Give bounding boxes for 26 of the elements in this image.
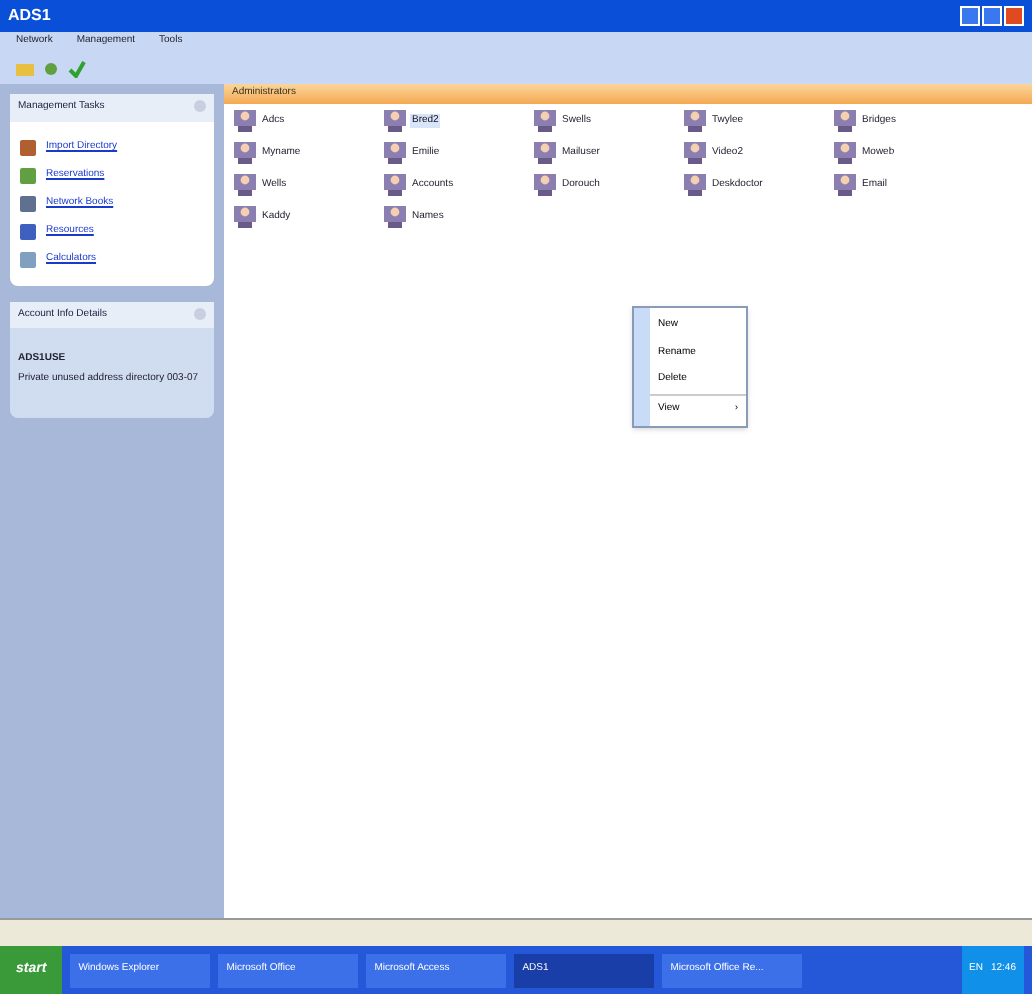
user-icon	[232, 172, 258, 198]
user-icon	[382, 172, 408, 198]
minimize-button[interactable]	[960, 6, 980, 26]
user-icon	[532, 172, 558, 198]
user-icon	[232, 140, 258, 166]
close-button[interactable]	[1004, 6, 1024, 26]
user-icon	[682, 140, 708, 166]
user-icon	[832, 172, 858, 198]
user-icon	[682, 108, 708, 134]
menu-gutter	[634, 308, 650, 426]
user-icon	[232, 108, 258, 134]
maximize-button[interactable]	[982, 6, 1002, 26]
collapse-button[interactable]	[194, 307, 206, 319]
user-icon	[832, 140, 858, 166]
collapse-button[interactable]	[194, 100, 206, 112]
user-icon	[382, 204, 408, 230]
user-icon	[532, 108, 558, 134]
user-icon	[532, 140, 558, 166]
folder-icon[interactable]	[16, 59, 34, 77]
user-icon	[382, 140, 408, 166]
user-icon	[682, 172, 708, 198]
user-icon	[382, 108, 408, 134]
user-icon	[832, 108, 858, 134]
user-icon	[232, 204, 258, 230]
check-icon[interactable]	[68, 59, 86, 77]
window-title: ADS1	[8, 4, 51, 28]
